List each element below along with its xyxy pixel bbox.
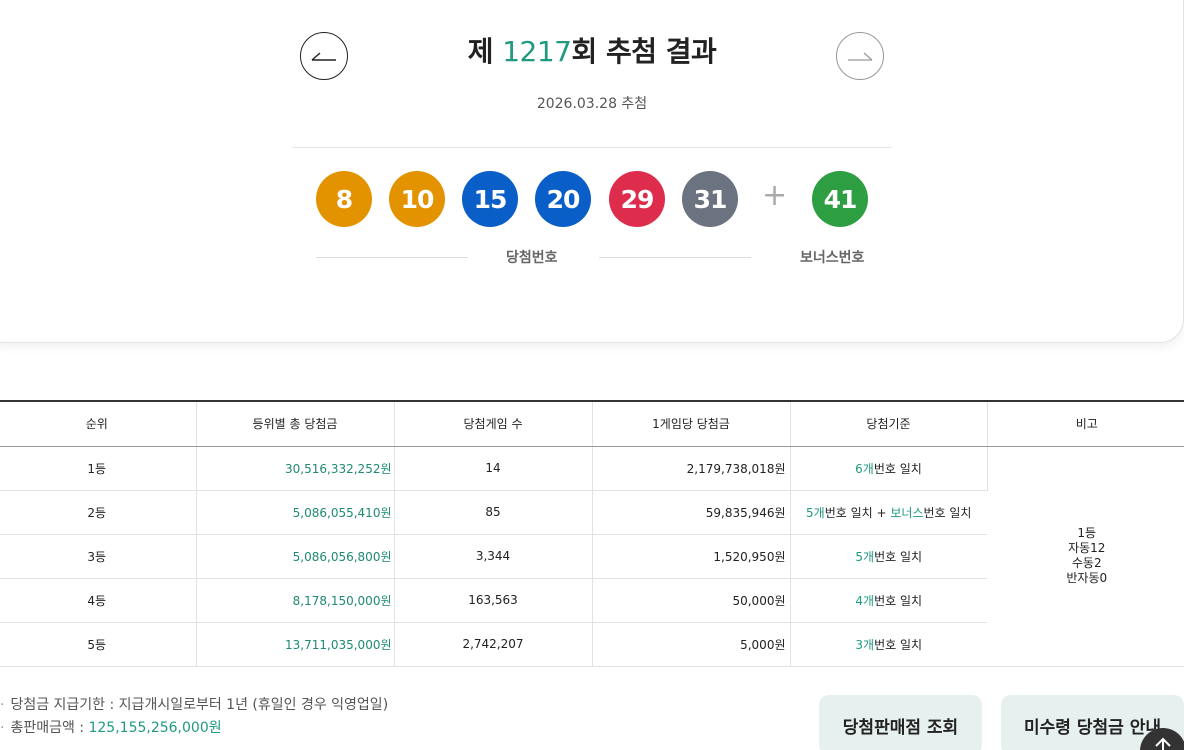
prize-table: 순위 등위별 총 당첨금 당첨게임 수 1게임당 당첨금 당첨기준 비고 1등 … [0,400,1184,667]
total-sales-note: · 총판매금액 : 125,155,256,000원 [0,717,388,740]
column-header-rank: 순위 [0,401,197,447]
column-header-total-prize: 등위별 총 당첨금 [196,401,395,447]
title-prefix: 제 [467,35,503,68]
winning-ball-2: 10 [389,171,445,227]
criteria-text: 번호 일치 [873,461,922,476]
winning-games-cell: 3,344 [394,534,593,579]
winning-ball-4: 20 [535,171,591,227]
draw-date: 2026.03.28 추첨 [536,96,648,112]
criteria-text: 번호 일치 [923,505,972,520]
bonus-ball: 41 [812,171,868,227]
criteria-text: 번호 일치 [874,637,923,652]
winning-ball-6: 31 [682,171,738,227]
label-line-right [599,257,751,258]
ball-number: 8 [335,184,353,214]
prize-per-game-cell: 50,000원 [592,578,791,623]
winning-games-cell: 163,563 [394,578,593,623]
criteria-text: 번호 일치 + [824,505,891,520]
criteria-cell: 3개번호 일치 [790,622,987,667]
next-round-button[interactable] [836,32,884,80]
column-header-winning-games: 당첨게임 수 [394,401,593,447]
label-line-left [316,257,468,258]
criteria-text: 번호 일치 [874,593,923,608]
ball-number: 10 [400,184,435,214]
ball-number: 20 [546,184,581,214]
divider [292,147,892,148]
total-prize-cell: 13,711,035,000원 [196,622,395,667]
page-title: 제 1217회 추첨 결과 [0,30,1184,70]
winning-ball-3: 15 [462,171,518,227]
arrow-up-icon [1155,737,1171,750]
remark-cell: 1등 자동12 수동2 반자동0 [987,446,1184,667]
rank-cell: 4등 [0,578,197,623]
note-text: 당첨금 지급기한 : 지급개시일로부터 1년 (휴일인 경우 익영업일) [10,697,389,713]
ball-number: 15 [473,184,508,214]
prize-per-game-cell: 2,179,738,018원 [592,446,791,491]
criteria-bonus: 보너스 [890,505,924,520]
remark-line: 1등 [1077,526,1097,540]
table-row: 1등 30,516,332,252원 14 2,179,738,018원 6개번… [0,446,1184,667]
remark-line: 자동12 [1068,541,1106,555]
arrow-right-icon [848,52,873,61]
rank-cell: 5등 [0,622,197,667]
total-prize-cell: 5,086,056,800원 [196,534,395,579]
winning-games-cell: 85 [394,490,593,535]
rank-cell: 2등 [0,490,197,535]
prize-per-game-cell: 5,000원 [592,622,791,667]
rank-cell: 1등 [0,446,197,491]
total-prize-cell: 8,178,150,000원 [196,578,395,623]
title-suffix: 회 추첨 결과 [571,35,717,68]
winning-games-cell: 2,742,207 [394,622,593,667]
bullet: · [0,697,5,713]
ball-number: 31 [693,184,728,214]
criteria-count: 6개 [855,461,874,476]
criteria-cell: 6개번호 일치 [790,446,988,491]
bullet: · [0,720,5,736]
prize-per-game-cell: 59,835,946원 [592,490,791,535]
criteria-cell: 5개번호 일치 [790,534,987,579]
column-header-prize-per-game: 1게임당 당첨금 [592,401,791,447]
criteria-text: 번호 일치 [874,549,923,564]
winning-numbers-label: 당첨번호 [506,250,558,266]
table-header-row: 순위 등위별 총 당첨금 당첨게임 수 1게임당 당첨금 당첨기준 비고 [0,401,1184,447]
winning-store-search-button[interactable]: 당첨판매점 조회 [819,695,982,750]
remark-line: 수동2 [1071,556,1102,570]
winning-ball-1: 8 [316,171,372,227]
criteria-count: 3개 [855,637,875,652]
plus-sign: + [762,178,788,213]
criteria-cell: 5개번호 일치 + 보너스번호 일치 [790,490,987,535]
criteria-count: 4개 [855,593,875,608]
prize-per-game-cell: 1,520,950원 [592,534,791,579]
notes: · 당첨금 지급기한 : 지급개시일로부터 1년 (휴일인 경우 익영업일) · 총… [0,694,388,740]
total-prize-cell: 30,516,332,252원 [196,446,395,491]
winning-ball-5: 29 [609,171,665,227]
criteria-cell: 4개번호 일치 [790,578,987,623]
column-header-criteria: 당첨기준 [790,401,988,447]
criteria-count: 5개 [855,549,875,564]
criteria-count: 5개 [806,505,825,520]
column-header-remark: 비고 [987,401,1184,447]
note-label: 총판매금액 : [10,720,89,736]
ball-number: 41 [823,184,858,214]
rank-cell: 3등 [0,534,197,579]
ball-number: 29 [620,184,655,214]
total-prize-cell: 5,086,055,410원 [196,490,395,535]
payment-deadline-note: · 당첨금 지급기한 : 지급개시일로부터 1년 (휴일인 경우 익영업일) [0,694,388,717]
total-sales-amount: 125,155,256,000원 [88,720,222,736]
bonus-number-label: 보너스번호 [800,250,865,266]
winning-games-cell: 14 [394,446,593,491]
remark-line: 반자동0 [1066,571,1108,585]
round-number: 1217 [502,35,572,68]
